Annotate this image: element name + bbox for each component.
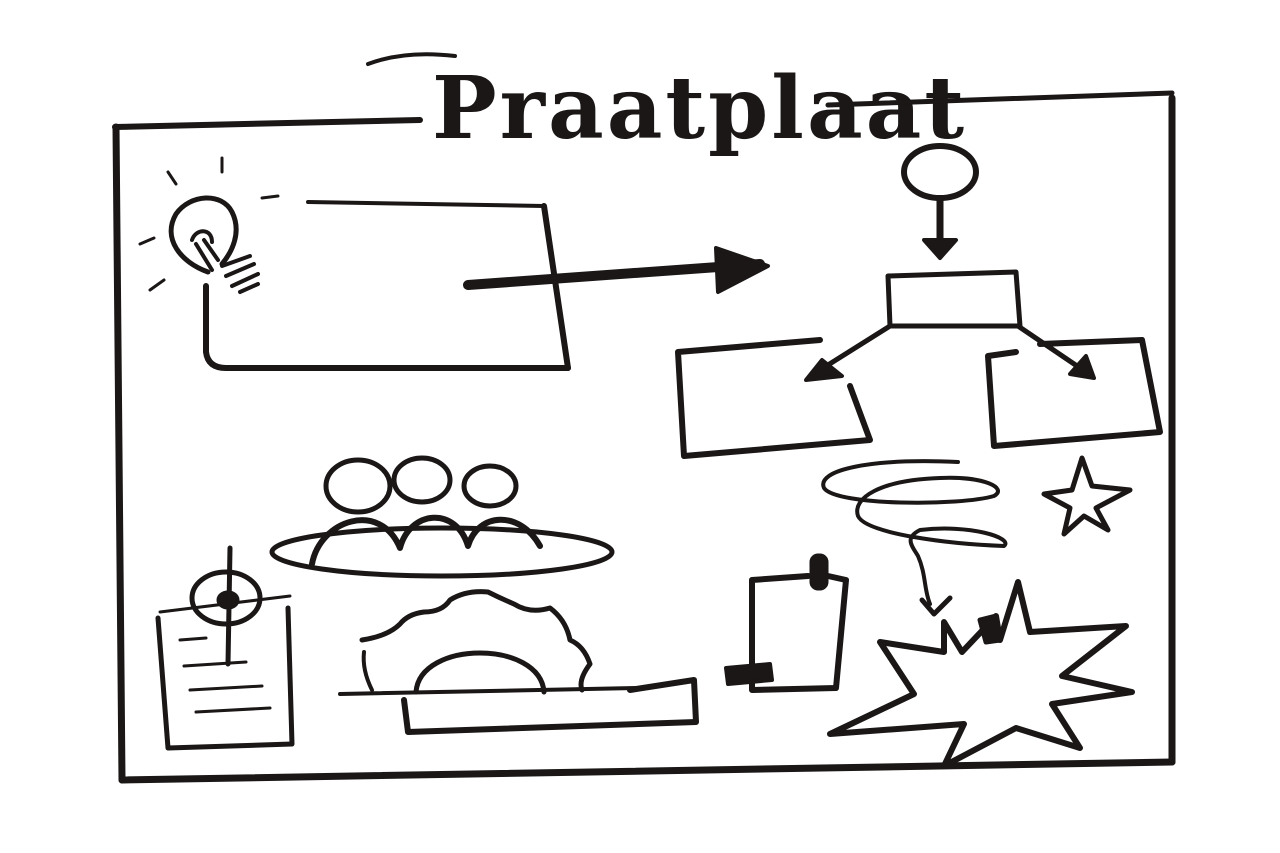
sunrise-icon	[338, 589, 699, 735]
lightbulb-icon	[138, 156, 280, 294]
page-title: Praatplaat	[432, 58, 967, 159]
spiral-icon	[821, 459, 1008, 617]
star-icon	[1041, 455, 1133, 537]
org-right-arrow	[1015, 323, 1096, 380]
person-icon	[901, 143, 979, 260]
org-right-box	[985, 337, 1163, 449]
sketch-svg: Praatplaat	[112, 52, 1176, 784]
org-left-arrow	[804, 323, 893, 382]
burst-icon	[827, 579, 1135, 769]
org-top-box	[885, 269, 1023, 329]
target-icon	[155, 545, 295, 751]
drawing-canvas: Praatplaat	[0, 0, 1280, 853]
arrow-right-icon	[463, 246, 770, 294]
flag-icon	[724, 553, 849, 693]
people-group-icon	[269, 455, 615, 579]
